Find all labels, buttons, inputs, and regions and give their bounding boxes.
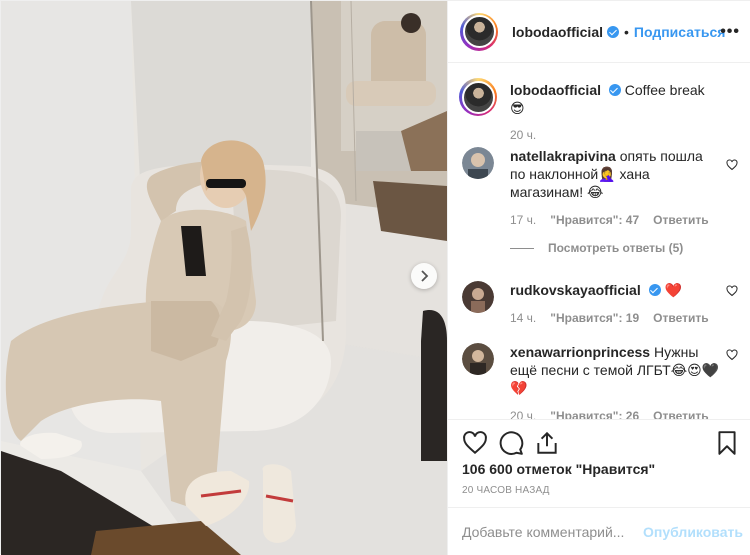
comment-icon[interactable] — [498, 430, 524, 456]
comments-list[interactable]: lobodaofficial Coffee break 😎 20 ч. nate… — [448, 63, 750, 419]
commenter-avatar-image — [462, 147, 494, 179]
comment-likes[interactable]: "Нравится": 19 — [550, 309, 639, 327]
reply-button[interactable]: Ответить — [653, 211, 708, 229]
comment-item: rudkovskayaofficial ❤️ 14 ч. "Нравится":… — [462, 281, 742, 327]
add-comment-bar: Опубликовать — [448, 507, 750, 555]
comment-input[interactable] — [462, 523, 643, 540]
comment-time[interactable]: 14 ч. — [510, 309, 536, 327]
author-username[interactable]: lobodaofficial — [512, 24, 603, 40]
commenter-avatar-image — [462, 343, 494, 375]
heart-icon[interactable] — [462, 430, 488, 456]
comment-time[interactable]: 17 ч. — [510, 211, 536, 229]
header-separator: • — [624, 23, 629, 40]
comment-likes[interactable]: "Нравится": 26 — [550, 407, 639, 419]
caption-username[interactable]: lobodaofficial — [510, 82, 601, 98]
chevron-right-icon — [421, 270, 429, 282]
like-comment-heart-icon[interactable] — [726, 349, 738, 361]
photo-scene — [1, 1, 447, 555]
post-caption: lobodaofficial Coffee break 😎 20 ч. — [459, 78, 742, 144]
like-comment-heart-icon[interactable] — [726, 159, 738, 171]
caption-avatar-ring[interactable] — [459, 78, 497, 116]
author-avatar-story-ring[interactable] — [460, 12, 498, 51]
verified-badge-icon — [608, 84, 621, 96]
comment-username[interactable]: rudkovskayaofficial — [510, 282, 641, 298]
more-options-icon[interactable]: ••• — [720, 23, 740, 41]
verified-badge-icon — [607, 25, 619, 38]
follow-button[interactable]: Подписаться — [634, 24, 726, 40]
avatar — [462, 15, 496, 48]
view-replies-button[interactable]: Посмотреть ответы (5) — [510, 241, 683, 255]
comment-text: ❤️ — [664, 282, 682, 298]
post-action-bar — [448, 419, 750, 467]
bookmark-icon[interactable] — [714, 430, 740, 456]
avatar[interactable] — [462, 281, 494, 313]
like-comment-heart-icon[interactable] — [726, 285, 738, 297]
publish-button[interactable]: Опубликовать — [643, 524, 743, 540]
view-replies-label: Посмотреть ответы (5) — [548, 241, 684, 255]
avatar — [461, 80, 495, 114]
share-icon[interactable] — [534, 430, 560, 456]
comment-time[interactable]: 20 ч. — [510, 407, 536, 419]
comment-item: xenawarrionprincess Нужны ещё песни с те… — [462, 343, 742, 419]
reply-button[interactable]: Ответить — [653, 407, 708, 419]
commenter-avatar-image — [462, 281, 494, 313]
replies-divider — [510, 247, 534, 249]
avatar[interactable] — [462, 343, 494, 375]
instagram-post: lobodaofficial • Подписаться ••• lobodao… — [0, 0, 750, 555]
comment-likes[interactable]: "Нравится": 47 — [550, 211, 639, 229]
avatar[interactable] — [462, 147, 494, 179]
comment-item: natellakrapivina опять пошла по наклонно… — [462, 147, 742, 229]
comment-username[interactable]: natellakrapivina — [510, 148, 616, 164]
post-header: lobodaofficial • Подписаться ••• — [448, 1, 750, 63]
next-photo-button[interactable] — [411, 263, 437, 289]
verified-badge-icon — [648, 284, 661, 296]
caption-time[interactable]: 20 ч. — [510, 126, 536, 144]
likes-count[interactable]: 106 600 отметок "Нравится" — [462, 461, 655, 477]
post-timestamp[interactable]: 20 ЧАСОВ НАЗАД — [462, 485, 550, 496]
post-side-panel: lobodaofficial • Подписаться ••• lobodao… — [447, 1, 750, 555]
post-photo[interactable] — [1, 1, 447, 555]
reply-button[interactable]: Ответить — [653, 309, 708, 327]
comment-username[interactable]: xenawarrionprincess — [510, 344, 650, 360]
